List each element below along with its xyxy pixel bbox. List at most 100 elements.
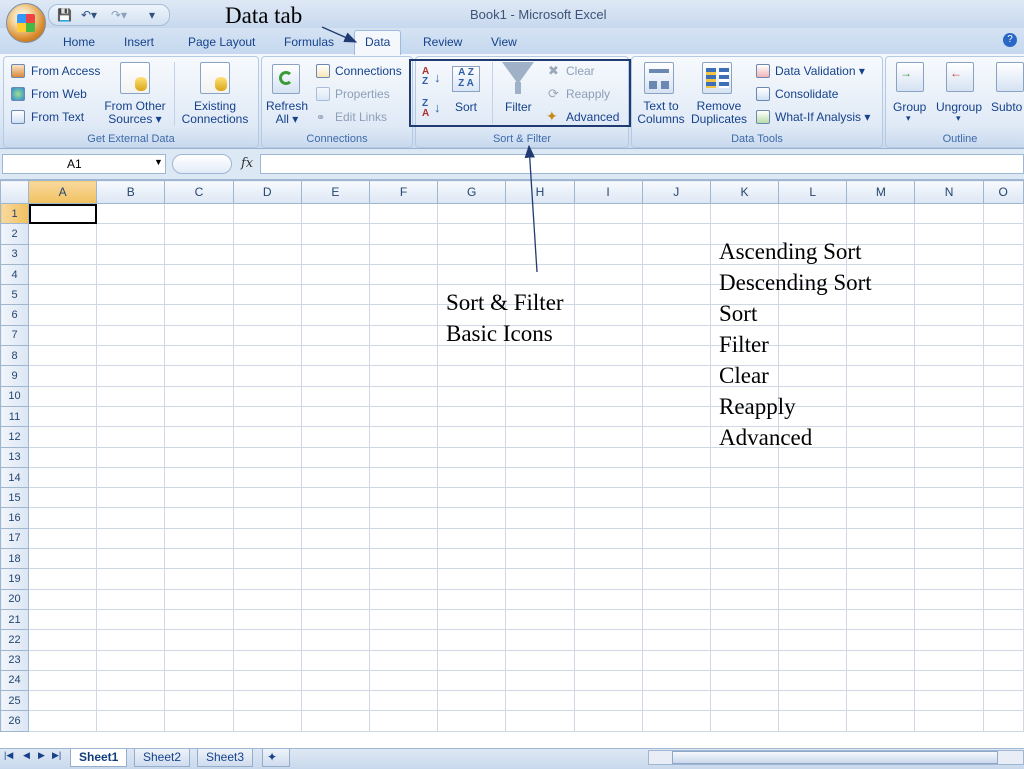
group-button[interactable]: Group [893,100,926,114]
cell[interactable] [505,466,575,489]
cell[interactable] [846,608,916,631]
cell[interactable] [27,548,98,570]
cell[interactable] [437,385,507,407]
from-other-sources-button[interactable]: From Other Sources ▾ [100,100,170,126]
cell[interactable] [505,243,575,265]
cell[interactable] [982,284,1024,306]
cell[interactable] [232,284,302,306]
cell[interactable] [505,507,575,529]
cell[interactable] [300,304,370,326]
scrollbar-thumb[interactable] [672,751,998,764]
cell[interactable] [573,426,643,448]
sheet-tab-3[interactable]: Sheet3 [197,749,254,767]
cell[interactable] [232,405,302,428]
row-header[interactable]: 12 [0,426,29,448]
cell[interactable] [914,365,984,387]
cell[interactable] [27,345,98,367]
cell[interactable] [573,568,643,590]
cell[interactable] [641,507,711,529]
cell[interactable] [914,568,984,590]
cell[interactable] [778,608,848,631]
cell[interactable] [300,466,370,489]
column-header[interactable]: J [641,180,711,204]
row-header[interactable]: 11 [0,405,29,428]
cell[interactable] [505,568,575,590]
name-box[interactable] [2,154,166,174]
cell[interactable] [96,507,166,529]
row-header[interactable]: 2 [0,223,29,245]
cell[interactable] [914,690,984,712]
cell[interactable] [164,263,234,286]
cell[interactable] [96,669,166,692]
cell[interactable] [914,426,984,448]
cell[interactable] [641,202,711,225]
cell[interactable] [437,710,507,732]
cell[interactable] [368,649,439,671]
cell[interactable] [232,446,302,468]
cell[interactable] [300,527,370,550]
cell[interactable] [164,710,234,732]
tab-home[interactable]: Home [57,33,101,51]
row-header[interactable]: 4 [0,263,29,286]
cell[interactable] [505,649,575,671]
cell[interactable] [505,426,575,448]
cell[interactable] [437,202,507,225]
cell[interactable] [709,466,780,489]
cell[interactable] [505,405,575,428]
cell[interactable] [27,649,98,671]
from-text-button[interactable]: From Text [31,110,84,124]
cell[interactable] [96,304,166,326]
cell[interactable] [96,649,166,671]
cell[interactable] [96,202,166,225]
row-header[interactable]: 13 [0,446,29,468]
cell[interactable] [846,669,916,692]
cell[interactable] [437,608,507,631]
cell[interactable] [641,690,711,712]
cell[interactable] [846,548,916,570]
cell[interactable] [164,669,234,692]
cell[interactable] [96,385,166,407]
cell[interactable] [368,304,439,326]
cell[interactable] [96,365,166,387]
cell[interactable] [641,527,711,550]
cell[interactable] [914,466,984,489]
cell[interactable] [232,304,302,326]
cell[interactable] [437,527,507,550]
cell[interactable] [232,345,302,367]
column-header[interactable]: L [778,180,848,204]
cell[interactable] [641,548,711,570]
cell[interactable] [641,223,711,245]
cell[interactable] [709,608,780,631]
cell[interactable] [505,690,575,712]
cell[interactable] [96,710,166,732]
cell[interactable] [437,446,507,468]
cell[interactable] [641,385,711,407]
column-header[interactable]: O [982,180,1024,204]
cell[interactable] [982,324,1024,347]
cell[interactable] [300,223,370,245]
cell[interactable] [778,669,848,692]
tab-data[interactable]: Data [354,30,402,55]
row-header[interactable]: 24 [0,669,29,692]
cell[interactable] [778,487,848,509]
column-header[interactable]: H [505,180,575,204]
cell[interactable] [27,202,98,225]
cell[interactable] [368,426,439,448]
cell[interactable] [368,405,439,428]
cell[interactable] [300,365,370,387]
customize-qat-icon[interactable]: ▾ [149,8,155,22]
cell[interactable] [300,345,370,367]
cell[interactable] [437,690,507,712]
cell[interactable] [300,649,370,671]
cell[interactable] [96,223,166,245]
cell[interactable] [914,223,984,245]
first-sheet-icon[interactable]: |◀ [4,750,13,761]
cell[interactable] [778,568,848,590]
cell[interactable] [505,527,575,550]
cell[interactable] [641,608,711,631]
row-header[interactable]: 21 [0,608,29,631]
cell[interactable] [982,629,1024,651]
cell[interactable] [27,608,98,631]
formula-input[interactable] [260,154,1024,174]
data-validation-button[interactable]: Data Validation ▾ [775,64,865,78]
